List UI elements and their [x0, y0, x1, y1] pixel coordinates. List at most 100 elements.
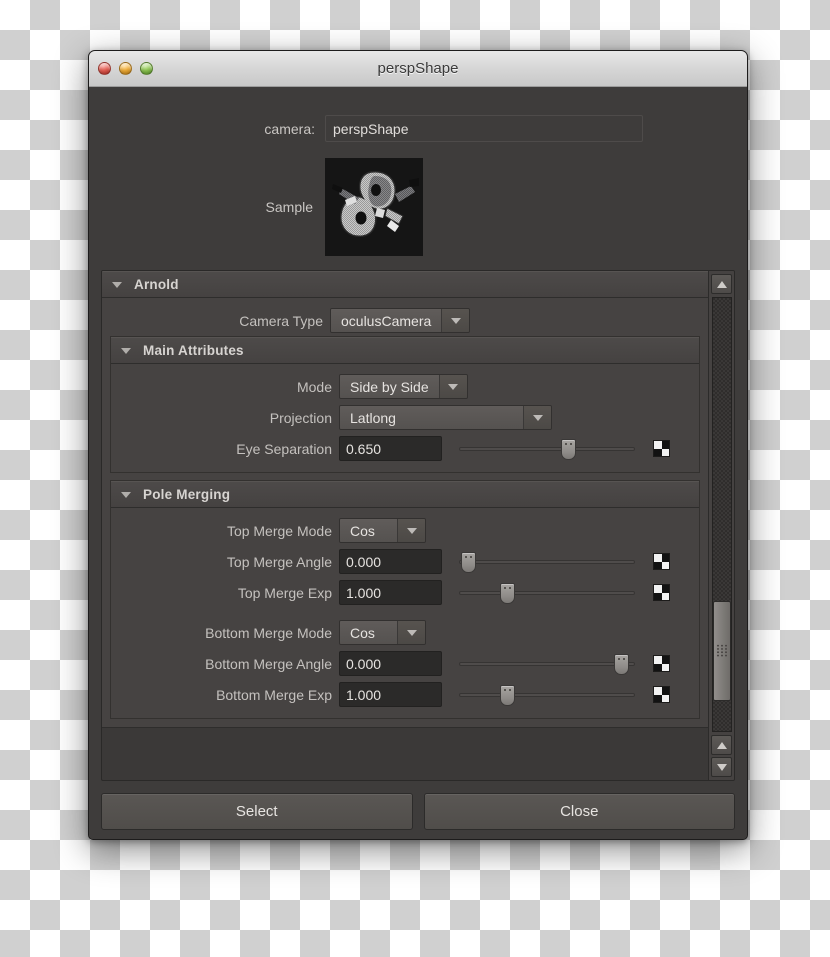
label-top-merge-exp: Top Merge Exp: [237, 584, 332, 601]
arrow-down-icon: [716, 763, 727, 771]
label-projection: Projection: [269, 409, 332, 426]
frame-body-pole-merging: Top Merge Mode Cos Top Merge Angle 0.000: [111, 508, 699, 718]
row-top-merge-mode: Top Merge Mode Cos: [111, 515, 699, 546]
sample-render-icon: [325, 158, 423, 256]
chevron-down-icon[interactable]: [398, 519, 425, 542]
bottom-merge-exp-slider[interactable]: [459, 682, 635, 707]
scrollbar-thumb[interactable]: [712, 601, 731, 701]
zoom-window-button[interactable]: [140, 62, 153, 75]
scroll-up-button-top[interactable]: [711, 274, 732, 294]
checkerboard-icon[interactable]: [653, 686, 670, 703]
row-bottom-merge-exp: Bottom Merge Exp 1.000: [111, 679, 699, 710]
top-merge-exp-input[interactable]: 1.000: [339, 580, 442, 605]
frame-header-pole-merging[interactable]: Pole Merging: [111, 481, 699, 508]
arrow-up-icon: [716, 741, 727, 749]
sample-label: Sample: [265, 199, 313, 215]
sample-row: Sample: [89, 158, 747, 256]
slider-track: [459, 591, 635, 595]
collapse-triangle-icon[interactable]: [121, 347, 131, 354]
label-bottom-merge-exp: Bottom Merge Exp: [216, 686, 332, 703]
window-title: perspShape: [377, 60, 459, 77]
row-top-merge-exp: Top Merge Exp 1.000: [111, 577, 699, 608]
camera-label: camera:: [264, 120, 315, 137]
camera-type-dropdown[interactable]: oculusCamera: [330, 308, 471, 333]
camera-row: camera: perspShape: [89, 115, 747, 142]
slider-track: [459, 560, 635, 564]
slider-track: [459, 693, 635, 697]
top-merge-mode-dropdown[interactable]: Cos: [339, 518, 426, 543]
close-button[interactable]: Close: [423, 792, 735, 830]
collapse-triangle-icon[interactable]: [112, 281, 122, 288]
chevron-down-icon[interactable]: [524, 406, 551, 429]
frame-header-main-attributes[interactable]: Main Attributes: [111, 337, 699, 364]
top-merge-exp-slider[interactable]: [459, 580, 635, 605]
slider-track: [459, 662, 635, 666]
slider-thumb[interactable]: [460, 552, 476, 573]
slider-thumb[interactable]: [561, 439, 577, 460]
bottom-merge-exp-input[interactable]: 1.000: [339, 682, 442, 707]
top-merge-angle-slider[interactable]: [459, 549, 635, 574]
eye-separation-slider[interactable]: [459, 436, 635, 461]
vertical-scrollbar[interactable]: [708, 271, 734, 780]
frame-body-arnold: Camera Type oculusCamera Main Attributes: [102, 298, 708, 728]
label-bottom-merge-mode: Bottom Merge Mode: [205, 624, 332, 641]
row-mode: Mode Side by Side: [111, 371, 699, 402]
label-eye-separation: Eye Separation: [236, 440, 332, 457]
attribute-panel: Arnold Camera Type oculusCamera Main Att…: [101, 270, 735, 781]
camera-type-value: oculusCamera: [331, 309, 443, 332]
row-bottom-merge-mode: Bottom Merge Mode Cos: [111, 617, 699, 648]
checkerboard-icon[interactable]: [653, 553, 670, 570]
slider-track: [459, 447, 635, 451]
label-bottom-merge-angle: Bottom Merge Angle: [205, 655, 332, 672]
label-top-merge-angle: Top Merge Angle: [226, 553, 332, 570]
collapse-triangle-icon[interactable]: [121, 491, 131, 498]
camera-name-input[interactable]: perspShape: [325, 115, 643, 142]
chevron-down-icon[interactable]: [398, 621, 425, 644]
row-camera-type: Camera Type oculusCamera: [102, 305, 708, 336]
projection-dropdown[interactable]: Latlong: [339, 405, 552, 430]
top-merge-mode-value: Cos: [340, 519, 398, 542]
frame-title-arnold: Arnold: [134, 277, 179, 292]
mode-dropdown[interactable]: Side by Side: [339, 374, 468, 399]
bottom-merge-angle-slider[interactable]: [459, 651, 635, 676]
minimize-window-button[interactable]: [119, 62, 132, 75]
attribute-scroll-area: Arnold Camera Type oculusCamera Main Att…: [102, 271, 708, 780]
chevron-down-icon[interactable]: [439, 375, 467, 398]
frame-title-main-attributes: Main Attributes: [143, 343, 244, 358]
mode-value: Side by Side: [340, 375, 440, 398]
arrow-up-icon: [716, 280, 727, 288]
checkerboard-icon[interactable]: [653, 584, 670, 601]
label-mode: Mode: [296, 378, 332, 395]
eye-separation-input[interactable]: 0.650: [339, 436, 442, 461]
frame-header-arnold[interactable]: Arnold: [102, 271, 708, 298]
close-window-button[interactable]: [98, 62, 111, 75]
scrollbar-track[interactable]: [711, 297, 732, 732]
bottom-merge-mode-dropdown[interactable]: Cos: [339, 620, 426, 645]
checkerboard-icon[interactable]: [653, 655, 670, 672]
select-button[interactable]: Select: [101, 792, 413, 830]
row-projection: Projection Latlong: [111, 402, 699, 433]
checkerboard-icon[interactable]: [653, 440, 670, 457]
chevron-down-icon[interactable]: [442, 309, 470, 332]
row-eye-separation: Eye Separation 0.650: [111, 433, 699, 464]
top-merge-angle-input[interactable]: 0.000: [339, 549, 442, 574]
scroll-up-button-bottom[interactable]: [711, 735, 732, 755]
frame-body-main-attributes: Mode Side by Side Projection Latlong Eye…: [111, 364, 699, 472]
bottom-merge-angle-input[interactable]: 0.000: [339, 651, 442, 676]
row-top-merge-angle: Top Merge Angle 0.000: [111, 546, 699, 577]
frame-title-pole-merging: Pole Merging: [143, 487, 231, 502]
slider-thumb[interactable]: [613, 654, 629, 675]
label-camera-type: Camera Type: [239, 312, 323, 329]
label-top-merge-mode: Top Merge Mode: [226, 522, 332, 539]
window-titlebar[interactable]: perspShape: [89, 51, 747, 87]
dialog-footer: Select Close: [89, 781, 747, 839]
grip-dots-icon: [716, 644, 727, 658]
sample-swatch[interactable]: [325, 158, 423, 256]
row-bottom-merge-angle: Bottom Merge Angle 0.000: [111, 648, 699, 679]
frame-pole-merging: Pole Merging Top Merge Mode Cos Top Merg…: [110, 480, 700, 719]
persp-shape-dialog: perspShape camera: perspShape Sample Arn…: [88, 50, 748, 840]
scroll-down-button[interactable]: [711, 757, 732, 777]
window-controls: [98, 62, 153, 75]
slider-thumb[interactable]: [499, 685, 515, 706]
slider-thumb[interactable]: [499, 583, 515, 604]
